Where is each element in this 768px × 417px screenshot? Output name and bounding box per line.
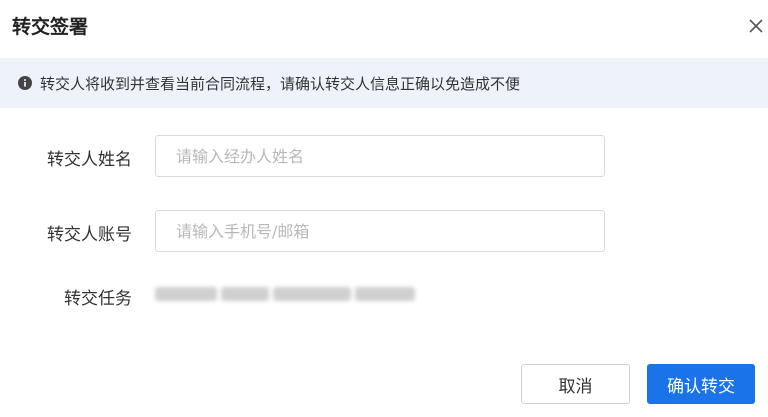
account-input[interactable] [155, 210, 605, 252]
dialog-title: 转交签署 [12, 16, 89, 38]
notice-banner: 转交人将收到并查看当前合同流程，请确认转交人信息正确以免造成不便 [0, 58, 768, 108]
close-icon [749, 19, 763, 33]
confirm-transfer-button[interactable]: 确认转交 [647, 364, 755, 404]
name-label: 转交人姓名 [47, 150, 132, 170]
task-label: 转交任务 [64, 289, 132, 309]
info-icon [18, 76, 32, 90]
name-input[interactable] [155, 135, 605, 177]
close-button[interactable] [746, 14, 768, 38]
notice-text: 转交人将收到并查看当前合同流程，请确认转交人信息正确以免造成不便 [40, 74, 521, 93]
task-value-redacted [155, 283, 430, 305]
account-label: 转交人账号 [47, 225, 132, 245]
cancel-button[interactable]: 取消 [521, 364, 630, 404]
